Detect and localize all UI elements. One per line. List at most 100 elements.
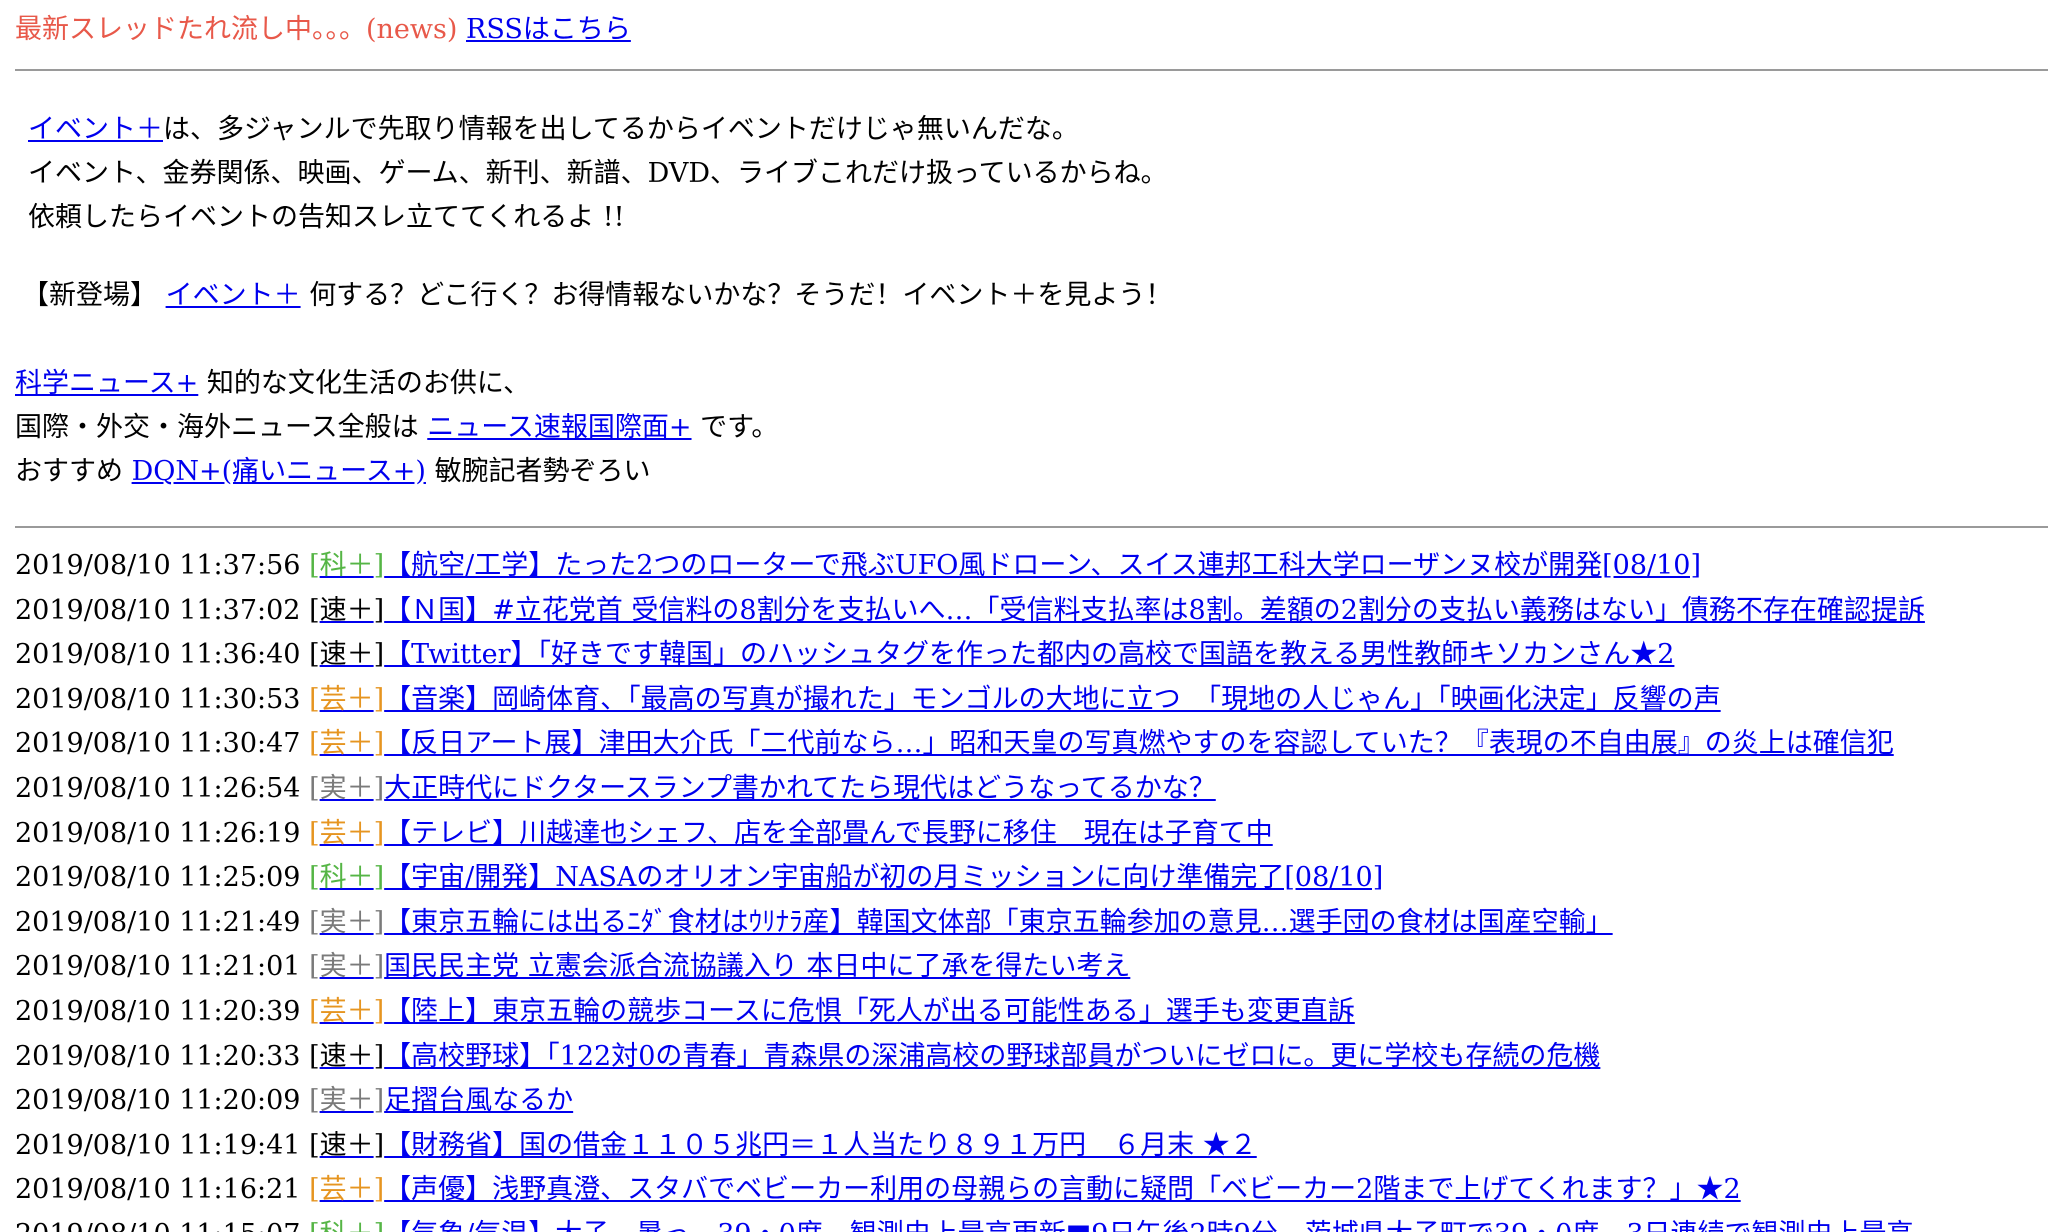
thread-timestamp: 2019/08/10 11:37:02: [15, 594, 301, 626]
board-tag: 芸＋: [319, 1174, 374, 1206]
thread-link[interactable]: [速＋]【高校野球】「122対0の青春」青森県の深浦高校の野球部員がついにゼロに…: [309, 1041, 1600, 1072]
thread-link[interactable]: [実＋]足摺台風なるか: [309, 1085, 573, 1116]
thread-row: 2019/08/10 11:15:07 [科＋]【気象/気温】大子、暑っ 39・…: [15, 1213, 2048, 1232]
thread-row: 2019/08/10 11:21:01 [実＋]国民民主党 立憲会派合流協議入り…: [15, 945, 2048, 990]
thread-timestamp: 2019/08/10 11:25:09: [15, 862, 301, 894]
thread-row: 2019/08/10 11:30:47 [芸＋]【反日アート展】津田大介氏「二代…: [15, 722, 2048, 767]
board-recommendations: 科学ニュース+ 知的な文化生活のお供に、 国際・外交・海外ニュース全般は ニュー…: [15, 362, 778, 494]
thread-link[interactable]: [実＋]国民民主党 立憲会派合流協議入り 本日中に了承を得たい考え: [309, 951, 1130, 982]
new-arrival-suffix: 何する？どこ行く？お得情報ないかな？そうだ！イベント＋を見よう！: [309, 280, 1173, 311]
thread-title: 国民民主党 立憲会派合流協議入り 本日中に了承を得たい考え: [384, 951, 1131, 983]
thread-row: 2019/08/10 11:36:40 [速＋]【Twitter】「好きです韓国…: [15, 633, 2048, 678]
board-tag: 科＋: [320, 1219, 374, 1232]
board-tag: 芸＋: [319, 683, 374, 715]
thread-link[interactable]: [科＋]【気象/気温】大子、暑っ 39・0度 観測史上最高更新■9日午後2時9分…: [309, 1219, 1913, 1232]
thread-timestamp: 2019/08/10 11:36:40: [15, 639, 301, 671]
divider-list: [15, 526, 2048, 528]
science-line: 科学ニュース+ 知的な文化生活のお供に、: [15, 362, 778, 406]
tag-bracket-open: [: [309, 906, 320, 938]
thread-row: 2019/08/10 11:26:54 [実＋]大正時代にドクタースランプ書かれ…: [15, 767, 2048, 812]
event-intro-line-1: イベント＋は、多ジャンルで先取り情報を出してるからイベントだけじゃ無いんだな。: [28, 108, 1168, 152]
thread-row: 2019/08/10 11:20:39 [芸＋]【陸上】東京五輪の競歩コースに危…: [15, 990, 2048, 1035]
dqn-link[interactable]: DQN+(痛いニュース+): [132, 456, 426, 487]
headline-lead-text: 最新スレッドたれ流し中。。。(news): [15, 14, 458, 45]
science-news-link[interactable]: 科学ニュース+: [15, 368, 198, 399]
thread-row: 2019/08/10 11:37:56 [科＋]【航空/工学】たった2つのロータ…: [15, 544, 2048, 589]
thread-timestamp: 2019/08/10 11:26:19: [15, 817, 301, 849]
new-arrival-event-link[interactable]: イベント＋: [166, 280, 301, 311]
tag-bracket-close: ]: [373, 1129, 385, 1161]
tag-bracket-open: [: [309, 1129, 320, 1161]
thread-link[interactable]: [芸＋]【反日アート展】津田大介氏「二代前なら…」昭和天皇の写真燃やすのを容認し…: [309, 728, 1894, 759]
event-plus-link[interactable]: イベント＋: [28, 114, 163, 145]
thread-timestamp: 2019/08/10 11:21:01: [15, 951, 301, 983]
recommend-line: おすすめ DQN+(痛いニュース+) 敏腕記者勢ぞろい: [15, 450, 778, 494]
thread-row: 2019/08/10 11:19:41 [速＋]【財務省】国の借金１１０５兆円＝…: [15, 1124, 2048, 1169]
board-tag: 速＋: [319, 594, 374, 626]
thread-link[interactable]: [速＋]【Twitter】「好きです韓国」のハッシュタグを作った都内の高校で国語…: [309, 639, 1674, 670]
board-tag: 実＋: [319, 906, 374, 938]
thread-title: 【Ｎ国】#立花党首 受信料の8割分を支払いへ…「受信料支払率は8割。差額の2割分…: [384, 594, 1925, 626]
thread-link[interactable]: [芸＋]【陸上】東京五輪の競歩コースに危惧「死人が出る可能性ある」選手も変更直訴: [309, 996, 1355, 1027]
thread-link[interactable]: [科＋]【宇宙/開発】NASAのオリオン宇宙船が初の月ミッションに向け準備完了[…: [309, 862, 1383, 893]
thread-timestamp: 2019/08/10 11:15:07: [15, 1219, 300, 1232]
tag-bracket-close: ]: [373, 906, 385, 938]
tag-bracket-close: ]: [373, 1085, 385, 1117]
thread-list: 2019/08/10 11:37:56 [科＋]【航空/工学】たった2つのロータ…: [15, 544, 2048, 1232]
thread-link[interactable]: [芸＋]【音楽】岡崎体育、「最高の写真が撮れた」モンゴルの大地に立つ 「現地の人…: [309, 684, 1721, 715]
tag-bracket-close: ]: [373, 550, 385, 581]
board-tag: 実＋: [319, 1085, 374, 1117]
board-tag: 実＋: [319, 772, 374, 804]
board-tag: 速＋: [319, 1129, 374, 1161]
tag-bracket-close: ]: [373, 639, 385, 671]
board-tag: 科＋: [319, 862, 374, 894]
thread-row: 2019/08/10 11:20:33 [速＋]【高校野球】「122対0の青春」…: [15, 1035, 2048, 1080]
thread-timestamp: 2019/08/10 11:26:54: [15, 772, 301, 804]
board-tag: 芸＋: [319, 817, 374, 849]
recommend-suffix: 敏腕記者勢ぞろい: [434, 456, 651, 487]
thread-timestamp: 2019/08/10 11:30:47: [15, 728, 301, 760]
thread-link[interactable]: [実＋]大正時代にドクタースランプ書かれてたら現代はどうなってるかな？: [309, 773, 1216, 804]
thread-title: 大正時代にドクタースランプ書かれてたら現代はどうなってるかな？: [384, 772, 1216, 804]
thread-link[interactable]: [芸＋]【声優】浅野真澄、スタバでベビーカー利用の母親らの言動に疑問「ベビーカー…: [309, 1174, 1741, 1205]
board-tag: 速＋: [319, 1040, 374, 1072]
tag-bracket-open: [: [309, 1219, 320, 1232]
board-tag: 実＋: [319, 951, 374, 983]
tag-bracket-open: [: [309, 594, 320, 626]
intl-line: 国際・外交・海外ニュース全般は ニュース速報国際面+ です。: [15, 406, 778, 450]
rss-link[interactable]: RSSはこちら: [466, 14, 631, 45]
thread-link[interactable]: [速＋]【Ｎ国】#立花党首 受信料の8割分を支払いへ…「受信料支払率は8割。差額…: [309, 595, 1925, 626]
thread-link[interactable]: [速＋]【財務省】国の借金１１０５兆円＝１人当たり８９１万円 ６月末 ★２: [309, 1130, 1257, 1161]
thread-timestamp: 2019/08/10 11:19:41: [15, 1129, 301, 1161]
event-intro-line-1-text: は、多ジャンルで先取り情報を出してるからイベントだけじゃ無いんだな。: [163, 114, 1079, 145]
tag-bracket-open: [: [309, 728, 320, 760]
board-tag: 芸＋: [319, 728, 374, 760]
tag-bracket-open: [: [309, 1174, 320, 1206]
tag-bracket-open: [: [309, 817, 320, 849]
new-arrival-prefix: 【新登場】: [22, 280, 157, 311]
tag-bracket-close: ]: [373, 951, 385, 983]
thread-title: 【宇宙/開発】NASAのオリオン宇宙船が初の月ミッションに向け準備完了[08/1…: [384, 862, 1384, 894]
thread-link[interactable]: [芸＋]【テレビ】川越達也シェフ、店を全部畳んで長野に移住 現在は子育て中: [309, 818, 1273, 849]
tag-bracket-open: [: [309, 862, 320, 894]
thread-row: 2019/08/10 11:26:19 [芸＋]【テレビ】川越達也シェフ、店を全…: [15, 812, 2048, 857]
intl-prefix: 国際・外交・海外ニュース全般は: [15, 412, 419, 443]
recommend-prefix: おすすめ: [15, 456, 123, 487]
divider-top: [15, 69, 2048, 71]
thread-title: 【音楽】岡崎体育、「最高の写真が撮れた」モンゴルの大地に立つ 「現地の人じゃん」…: [384, 683, 1721, 715]
tag-bracket-close: ]: [373, 728, 385, 760]
tag-bracket-close: ]: [374, 1219, 385, 1232]
thread-row: 2019/08/10 11:21:49 [実＋]【東京五輪には出るﾆﾀﾞ食材はｳ…: [15, 901, 2048, 946]
thread-timestamp: 2019/08/10 11:30:53: [15, 683, 301, 715]
thread-link[interactable]: [科＋]【航空/工学】たった2つのローターで飛ぶUFO風ドローン、スイス連邦工科…: [309, 550, 1701, 581]
thread-timestamp: 2019/08/10 11:16:21: [15, 1174, 301, 1206]
tag-bracket-open: [: [309, 951, 320, 983]
tag-bracket-close: ]: [373, 862, 385, 894]
intl-news-link[interactable]: ニュース速報国際面+: [427, 412, 691, 443]
thread-title: 【高校野球】「122対0の青春」青森県の深浦高校の野球部員がついにゼロに。更に学…: [384, 1040, 1601, 1072]
tag-bracket-open: [: [309, 683, 320, 715]
thread-title: 【テレビ】川越達也シェフ、店を全部畳んで長野に移住 現在は子育て中: [384, 817, 1273, 849]
thread-title: 【反日アート展】津田大介氏「二代前なら…」昭和天皇の写真燃やすのを容認していた？…: [384, 728, 1894, 760]
thread-link[interactable]: [実＋]【東京五輪には出るﾆﾀﾞ食材はｳﾘﾅﾗ産】韓国文体部「東京五輪参加の意見…: [309, 907, 1613, 938]
tag-bracket-open: [: [309, 995, 320, 1027]
